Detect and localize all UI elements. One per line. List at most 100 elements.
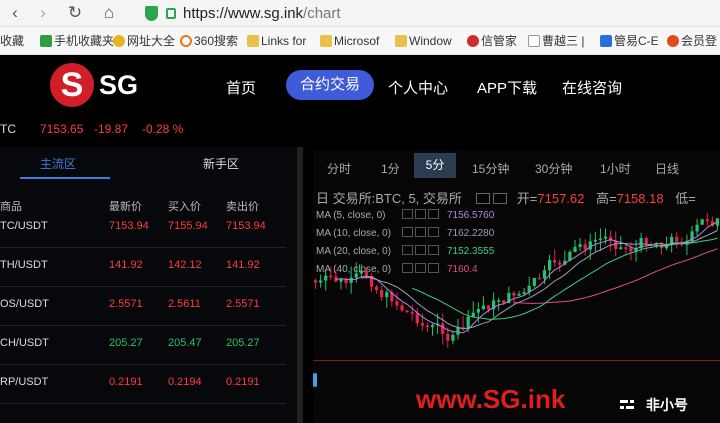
- bookmark-item[interactable]: 信管家: [467, 33, 517, 49]
- globe-icon: [113, 35, 125, 47]
- candle-body: [695, 224, 699, 232]
- cell-last-price: 0.2191: [109, 376, 143, 388]
- candle-body: [481, 305, 486, 309]
- nav-online-consult[interactable]: 在线咨询: [562, 77, 622, 98]
- open-label: 开=: [516, 191, 538, 206]
- cell-symbol: CH/USDT: [0, 337, 49, 349]
- logo-text[interactable]: SG: [99, 70, 138, 101]
- eye-icon[interactable]: [475, 193, 490, 204]
- candle-body: [324, 275, 328, 281]
- candle-body: [700, 219, 704, 225]
- reload-icon[interactable]: ↻: [64, 2, 86, 24]
- candle-body: [619, 247, 623, 249]
- bookmark-item[interactable]: 管易C-E: [600, 33, 659, 49]
- candle-body: [385, 292, 389, 298]
- tf-5m[interactable]: 5分: [414, 153, 456, 178]
- table-row[interactable]: TH/USDT 141.92 142.12 141.92: [0, 249, 286, 287]
- bookmark-label: Links for: [261, 34, 307, 48]
- table-row[interactable]: CH/USDT 205.27 205.47 205.27: [0, 327, 286, 365]
- cell-ask-price: 141.92: [226, 259, 260, 271]
- logo-icon: [620, 400, 634, 409]
- nav-home[interactable]: 首页: [226, 77, 256, 98]
- candle-body: [497, 300, 501, 302]
- bookmark-label: 网址大全: [127, 34, 176, 48]
- table-row[interactable]: RP/USDT 0.2191 0.2194 0.2191: [0, 366, 286, 404]
- candle-body: [380, 289, 384, 298]
- volume-handle[interactable]: [313, 373, 317, 387]
- cell-last-price: 141.92: [109, 259, 143, 271]
- candle-body: [466, 316, 470, 329]
- candle-body: [624, 247, 628, 249]
- bookmark-item[interactable]: Microsof: [320, 33, 379, 49]
- url-host: https://www.sg.ink: [183, 5, 304, 22]
- bookmark-item[interactable]: 网址大全: [113, 33, 175, 49]
- market-scrollbar[interactable]: [297, 147, 303, 423]
- tf-1m[interactable]: 1分: [381, 160, 400, 177]
- candle-body: [339, 279, 343, 282]
- candlestick-chart[interactable]: [313, 205, 720, 360]
- chart-symbol-label: 日 交易所:BTC, 5, 交易所: [316, 191, 462, 206]
- watermark-text: www.SG.ink: [416, 384, 566, 414]
- page-icon: [528, 35, 540, 47]
- cell-symbol: RP/USDT: [0, 376, 49, 388]
- nav-contract-trading[interactable]: 合约交易: [286, 70, 374, 100]
- cell-ask-price: 205.27: [226, 337, 260, 349]
- cell-bid-price: 7155.94: [168, 220, 208, 232]
- candle-body: [359, 270, 363, 274]
- bookmark-label: 曹越三 |: [542, 34, 585, 48]
- tf-timeshare[interactable]: 分时: [327, 160, 351, 177]
- lock-icon: [166, 8, 176, 19]
- nav-app-download[interactable]: APP下载: [477, 77, 537, 98]
- bookmark-label: 会员登: [681, 34, 718, 48]
- ticker-price: 7153.65: [40, 122, 84, 136]
- chart-divider: [313, 360, 720, 361]
- ticker-change-pct: -0.28 %: [142, 122, 184, 136]
- folder-icon: [320, 35, 332, 47]
- shield-icon: [145, 6, 158, 21]
- tab-mainstream[interactable]: 主流区: [40, 155, 76, 172]
- bookmark-label: 收藏: [0, 34, 25, 48]
- tf-30m[interactable]: 30分钟: [535, 160, 572, 177]
- cell-ask-price: 7153.94: [226, 220, 266, 232]
- candle-body: [329, 275, 333, 278]
- candle-body: [441, 323, 445, 334]
- nav-user-center[interactable]: 个人中心: [388, 77, 448, 98]
- tf-daily[interactable]: 日线: [655, 160, 679, 177]
- cell-last-price: 7153.94: [109, 220, 149, 232]
- folder-icon: [395, 35, 407, 47]
- bookmark-item[interactable]: 收藏: [0, 33, 24, 49]
- bookmark-item[interactable]: 360搜索: [180, 33, 238, 49]
- candle-body: [558, 262, 562, 265]
- address-bar[interactable]: https://www.sg.ink/chart: [140, 3, 720, 24]
- candle-body: [395, 301, 399, 306]
- tf-15m[interactable]: 15分钟: [472, 160, 509, 177]
- bookmark-label: Microsof: [334, 34, 380, 48]
- settings-icon[interactable]: [493, 193, 508, 204]
- cell-last-price: 2.5571: [109, 298, 143, 310]
- cell-bid-price: 205.47: [168, 337, 202, 349]
- bookmark-item[interactable]: 手机收藏夹: [40, 33, 114, 49]
- back-icon[interactable]: ‹: [4, 2, 26, 24]
- home-icon[interactable]: ⌂: [98, 2, 120, 24]
- bookmark-item[interactable]: 曹越三 |: [528, 33, 584, 49]
- tf-1h[interactable]: 1小时: [600, 160, 631, 177]
- bookmark-item[interactable]: Links for: [247, 33, 306, 49]
- candle-body: [603, 236, 608, 239]
- tab-beginner[interactable]: 新手区: [203, 155, 239, 172]
- forward-icon[interactable]: ›: [32, 2, 54, 24]
- app-icon: [467, 35, 479, 47]
- candle-body: [537, 277, 542, 280]
- bookmark-item[interactable]: 会员登: [667, 33, 717, 49]
- high-label: 高=: [596, 191, 617, 206]
- candle-body: [319, 280, 323, 283]
- cell-last-price: 205.27: [109, 337, 143, 349]
- bookmark-item[interactable]: Window: [395, 33, 452, 49]
- ticker-symbol[interactable]: TC: [0, 122, 16, 136]
- table-row[interactable]: OS/USDT 2.5571 2.5611 2.5571: [0, 288, 286, 326]
- folder-icon: [247, 35, 259, 47]
- table-row[interactable]: TC/USDT 7153.94 7155.94 7153.94: [0, 210, 286, 248]
- bookmark-label: 360搜索: [194, 34, 239, 48]
- open-value: 7157.62: [537, 191, 585, 206]
- candle-body: [364, 270, 369, 276]
- bookmarks-bar: 收藏 手机收藏夹 网址大全 360搜索 Links for Microsof W…: [0, 27, 720, 55]
